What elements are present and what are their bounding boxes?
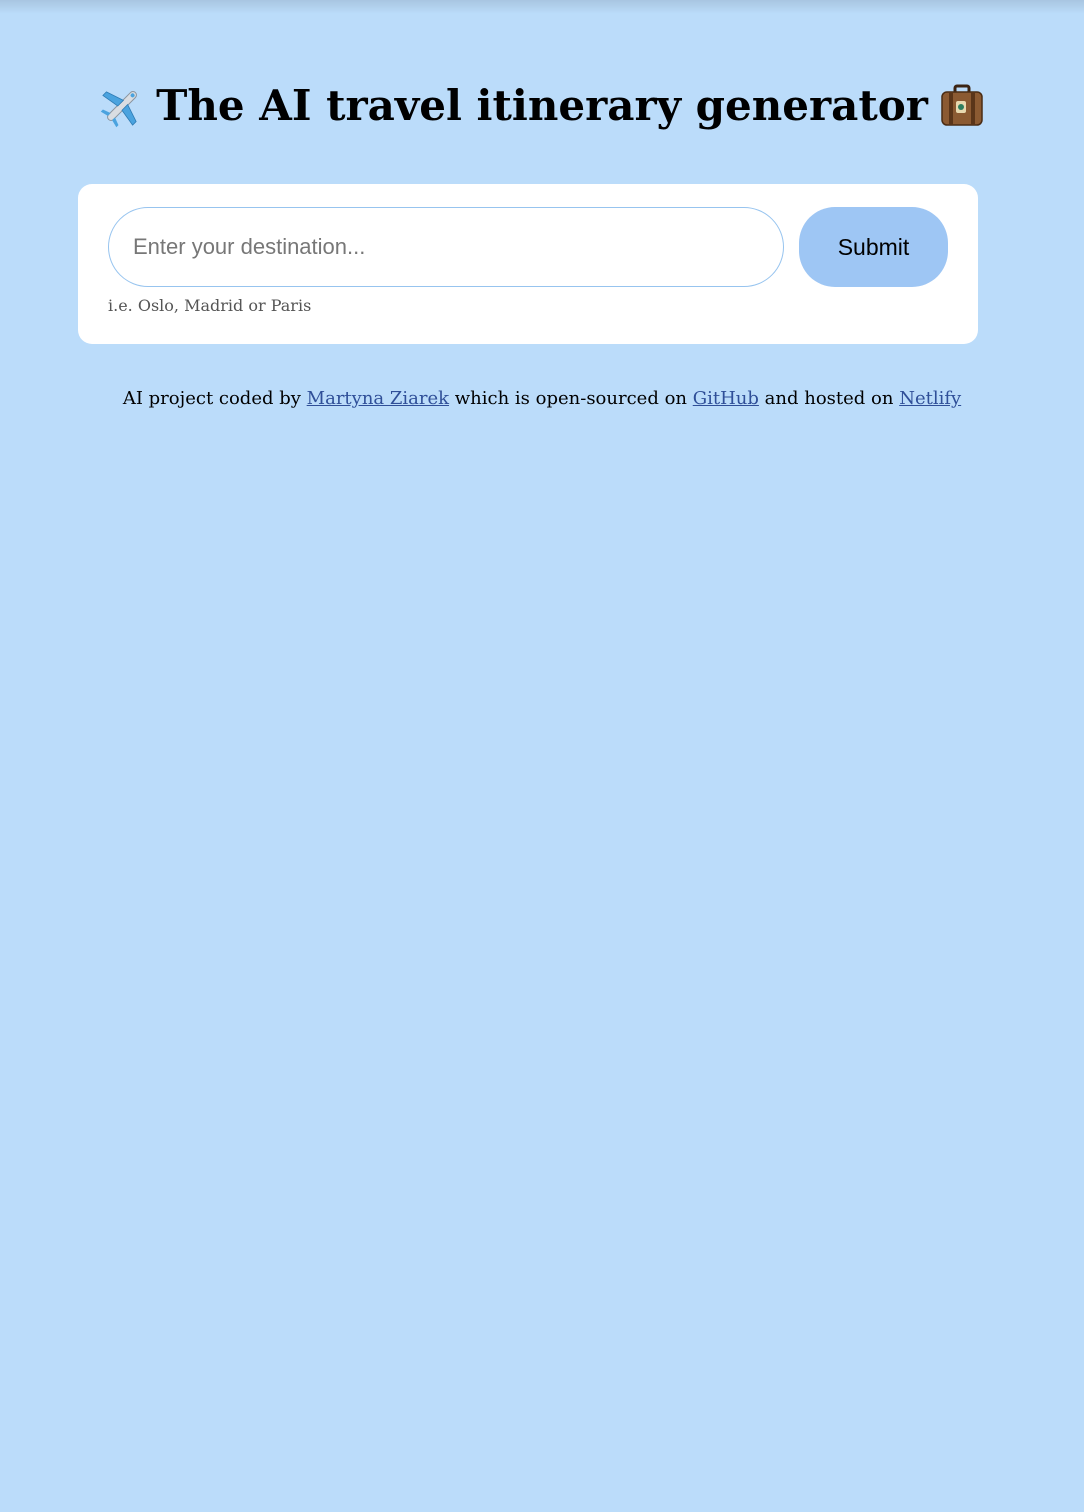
- author-link[interactable]: Martyna Ziarek: [307, 388, 449, 409]
- destination-input[interactable]: [108, 207, 784, 287]
- netlify-link[interactable]: Netlify: [899, 388, 961, 409]
- submit-button[interactable]: Submit: [799, 207, 948, 287]
- footer-text-hosted: and hosted on: [764, 388, 894, 409]
- airplane-icon: [98, 82, 146, 130]
- footer-text-open-sourced: which is open-sourced on: [454, 388, 687, 409]
- footer: AI project coded by Martyna Ziarek which…: [0, 388, 1084, 409]
- top-shadow: [0, 0, 1084, 14]
- luggage-icon: [938, 82, 986, 130]
- page-title: The AI travel itinerary generator: [156, 81, 928, 130]
- destination-hint: i.e. Oslo, Madrid or Paris: [108, 296, 312, 315]
- page-header: The AI travel itinerary generator: [0, 78, 1084, 134]
- github-link[interactable]: GitHub: [693, 388, 759, 409]
- search-card: Submit i.e. Oslo, Madrid or Paris: [78, 184, 978, 344]
- footer-text-coded-by: AI project coded by: [122, 388, 301, 409]
